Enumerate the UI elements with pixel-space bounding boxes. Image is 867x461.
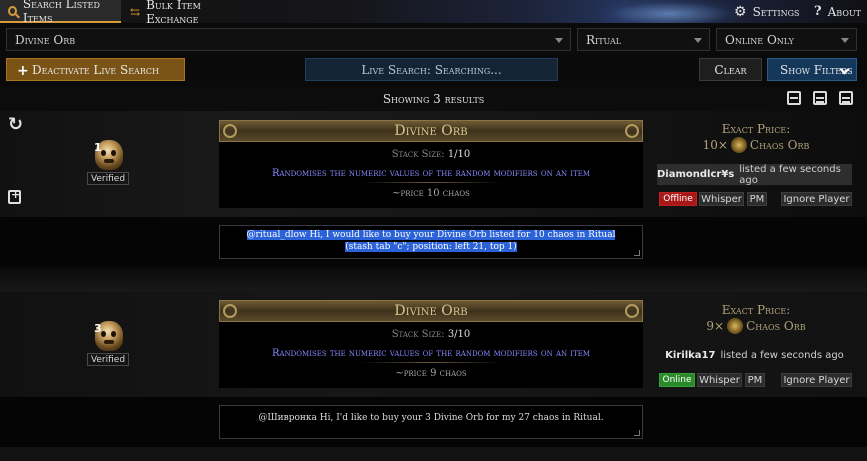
item-name: Divine Orb [394, 123, 468, 139]
pm-button[interactable]: PM [747, 192, 767, 206]
stack-size-value: 3/10 [447, 329, 471, 340]
refresh-icon[interactable]: ↻ [8, 114, 23, 135]
stack-size: Stack Size: 1/10 [219, 149, 643, 160]
item-search-select[interactable]: Divine Orb [6, 28, 571, 51]
listed-time: listed a few seconds ago [720, 350, 844, 361]
gear-icon: ⚙ [734, 3, 747, 20]
deactivate-live-search-button[interactable]: + Deactivate Live Search [6, 58, 185, 81]
ignore-player-button[interactable]: Ignore Player [781, 192, 852, 206]
item-description: Randomises the numeric values of the ran… [271, 348, 591, 359]
results-count: Showing 3 results [382, 92, 485, 106]
results-header: Showing 3 results [0, 87, 867, 111]
status-badge: Offline [659, 192, 697, 206]
stack-size: Stack Size: 3/10 [219, 329, 643, 340]
seller-info: Kirilka17 listed a few seconds ago [657, 345, 852, 366]
about-label: About [827, 4, 861, 19]
live-status-label: Live Search: Searching... [361, 62, 502, 77]
ignore-player-button[interactable]: Ignore Player [781, 373, 852, 387]
clear-label: Clear [714, 62, 747, 77]
layout-normal-icon[interactable] [813, 91, 827, 105]
stack-size-label: Stack Size: [391, 329, 445, 340]
settings-label: Settings [752, 4, 800, 19]
price-value: 9× Chaos Orb [656, 318, 856, 334]
chaos-orb-icon [730, 137, 747, 153]
magnifier-icon [8, 5, 17, 16]
about-link[interactable]: ? About [806, 0, 867, 23]
status-badge: Online [659, 373, 695, 387]
pm-button[interactable]: PM [745, 373, 765, 387]
stack-size-label: Stack Size: [391, 149, 445, 160]
resize-handle-icon[interactable] [634, 430, 640, 436]
show-filters-button[interactable]: Show Filters [767, 58, 857, 81]
listed-time: listed a few seconds ago [739, 163, 841, 186]
ornament-icon [625, 124, 639, 138]
resize-handle-icon[interactable] [634, 250, 640, 256]
row-divider [0, 267, 867, 292]
item-header: Divine Orb [219, 300, 643, 322]
price-amount: 9× [706, 319, 725, 333]
verified-badge: Verified [87, 172, 129, 185]
whisper-button[interactable]: Whisper [699, 192, 744, 206]
layout-compact-icon[interactable] [787, 91, 801, 105]
league-value: Ritual [586, 32, 622, 47]
price-note: ~price 9 chaos [395, 368, 467, 379]
separator [359, 182, 503, 183]
online-status-select[interactable]: Online Only [716, 28, 857, 51]
item-search-value: Divine Orb [15, 32, 76, 47]
chevron-down-icon [555, 38, 563, 43]
seller-name[interactable]: Kirilka17 [665, 350, 715, 361]
price-note: ~price 10 chaos [392, 188, 470, 199]
item-description: Randomises the numeric values of the ran… [271, 168, 591, 179]
whisper-message-box[interactable]: @Шиврoнка Hi, I'd like to buy your 3 Div… [219, 405, 643, 439]
whisper-button[interactable]: Whisper [697, 373, 742, 387]
header-art [600, 0, 740, 23]
top-nav-bar: Search Listed Items ⇆ Bulk Item Exchange… [0, 0, 867, 26]
live-search-status: Live Search: Searching... [305, 58, 558, 81]
tab-search-label: Search Listed Items [22, 0, 100, 25]
stack-quantity: 3 [94, 322, 102, 335]
item-card: Divine Orb Stack Size: 3/10 Randomises t… [219, 300, 643, 388]
chevron-down-icon [841, 38, 849, 43]
chaos-orb-icon [727, 318, 744, 334]
stack-quantity: 1 [94, 141, 102, 154]
plus-icon: + [17, 63, 29, 79]
chevron-down-icon [694, 38, 702, 43]
whisper-message-text: @ritual_dlow Hi, I would like to buy you… [246, 230, 616, 252]
whisper-message-text: @Шиврoнка Hi, I'd like to buy your 3 Div… [258, 413, 604, 423]
question-icon: ? [814, 4, 822, 19]
price-value: 10× Chaos Orb [656, 137, 856, 153]
stack-size-value: 1/10 [447, 149, 471, 160]
exact-price-label: Exact Price: [721, 122, 791, 136]
verified-badge: Verified [87, 353, 129, 366]
ornament-icon [625, 304, 639, 318]
price-amount: 10× [702, 138, 728, 152]
copy-add-icon[interactable] [8, 188, 21, 204]
seller-info: Diamondlcr¥s listed a few seconds ago [657, 163, 852, 186]
item-card: Divine Orb Stack Size: 1/10 Randomises t… [219, 120, 643, 208]
ornament-icon [223, 124, 237, 138]
whisper-message-box[interactable]: @ritual_dlow Hi, I would like to buy you… [219, 225, 643, 259]
league-select[interactable]: Ritual [577, 28, 710, 51]
tab-bulk-label: Bulk Item Exchange [146, 0, 201, 26]
price-currency: Chaos Orb [746, 319, 806, 333]
ornament-icon [223, 304, 237, 318]
item-name: Divine Orb [394, 303, 468, 319]
exact-price-label: Exact Price: [721, 303, 791, 317]
item-header: Divine Orb [219, 120, 643, 142]
seller-name[interactable]: Diamondlcr¥s [657, 169, 734, 180]
price-currency: Chaos Orb [749, 138, 810, 152]
swap-icon: ⇆ [130, 4, 141, 19]
tab-bulk-item-exchange[interactable]: ⇆ Bulk Item Exchange [122, 0, 246, 26]
settings-link[interactable]: ⚙ Settings [726, 0, 807, 23]
layout-expanded-icon[interactable] [839, 91, 853, 105]
deactivate-label: Deactivate Live Search [32, 62, 159, 77]
online-value: Online Only [725, 32, 794, 47]
clear-button[interactable]: Clear [699, 58, 762, 81]
row-divider [0, 447, 867, 461]
separator [359, 362, 503, 363]
tab-search-listed-items[interactable]: Search Listed Items [0, 0, 121, 25]
